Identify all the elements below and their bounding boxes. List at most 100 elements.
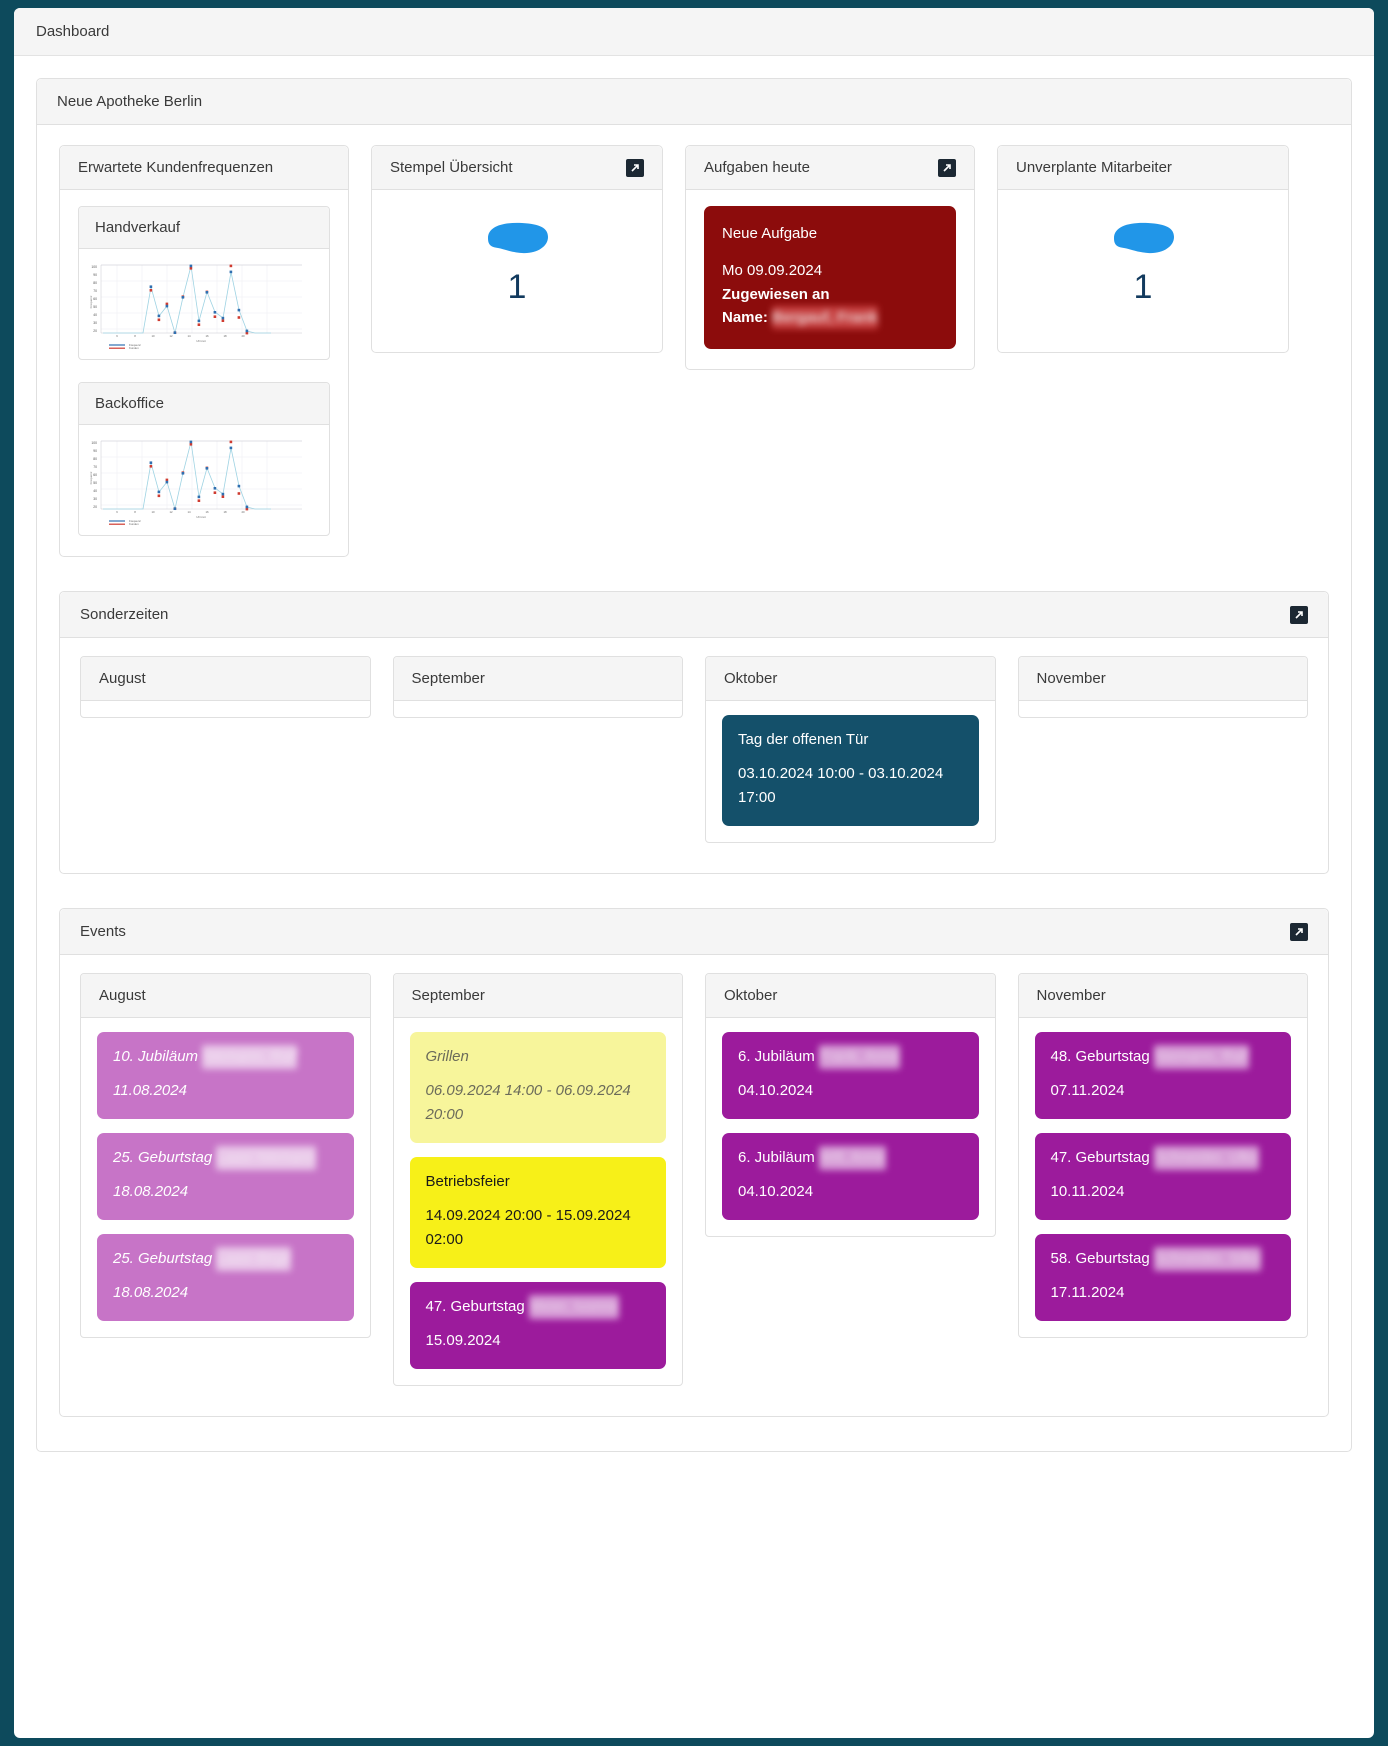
widget-tasks-today: Aufgaben heute Neue Aufgabe Mo 09.09.202… <box>685 145 975 371</box>
month-label: Oktober <box>706 657 995 701</box>
event-title: 6. Jubiläum <box>738 1149 815 1167</box>
special-times-month-september: September <box>392 656 683 718</box>
svg-text:40: 40 <box>93 313 97 317</box>
event-title-row: 48. Geburtstag Niemann, Ralf <box>1051 1045 1276 1070</box>
svg-text:100: 100 <box>91 265 97 269</box>
event-person-redacted: Niemann, Ralf <box>1153 1045 1249 1070</box>
event-title: 47. Geburtstag <box>1050 1149 1150 1167</box>
event-card[interactable]: 10. Jubiläum Niemann, Ralf 11.08.2024 <box>97 1032 354 1120</box>
frequency-chart-backoffice: 100 90 80 70 60 50 40 30 20 Frequenz 6 8… <box>79 425 329 535</box>
app-window: Dashboard Neue Apotheke Berlin Erwartete… <box>14 8 1374 1738</box>
blue-blob-icon <box>488 222 548 254</box>
event-date: 15.09.2024 <box>425 1332 501 1350</box>
store-panel-body: Erwartete Kundenfrequenzen Handverkauf 1… <box>37 125 1351 1451</box>
event-title-row: 58. Geburtstag Schneider, Silke <box>1050 1247 1276 1272</box>
month-events <box>81 701 370 717</box>
month-events: Tag der offenen Tür 03.10.2024 10:00 - 0… <box>706 701 995 842</box>
events-header: Events <box>60 909 1328 955</box>
stamp-overview-title: Stempel Übersicht <box>390 159 513 176</box>
svg-text:12: 12 <box>169 334 173 338</box>
event-person-redacted: Will, Anne <box>818 1146 886 1171</box>
svg-text:14: 14 <box>187 510 191 514</box>
tasks-today-header: Aufgaben heute <box>686 146 974 190</box>
widget-stamp-overview: Stempel Übersicht 1 <box>371 145 663 353</box>
svg-text:12: 12 <box>169 510 173 514</box>
svg-text:Frequenz: Frequenz <box>89 295 93 308</box>
event-card[interactable]: Betriebsfeier 14.09.2024 20:00 - 15.09.2… <box>409 1157 666 1268</box>
event-title: 25. Geburtstag <box>113 1250 213 1268</box>
special-times-panel: Sonderzeiten August September Oktober Ta… <box>59 591 1329 874</box>
svg-text:18: 18 <box>223 334 227 338</box>
svg-text:90: 90 <box>93 449 97 453</box>
event-title-row: 47. Geburtstag Schneider, Ulke <box>1050 1146 1276 1171</box>
frequency-card-backoffice[interactable]: Backoffice 100 90 80 70 60 50 40 30 20 F… <box>78 382 330 536</box>
event-person-redacted: Schneider, Ulke <box>1153 1146 1259 1171</box>
svg-text:Frequenz: Frequenz <box>89 471 93 484</box>
task-card[interactable]: Neue Aufgabe Mo 09.09.2024 Zugewiesen an… <box>704 206 956 350</box>
svg-text:6: 6 <box>116 334 118 338</box>
event-title: 6. Jubiläum <box>738 1048 815 1065</box>
month-events <box>394 701 683 717</box>
unplanned-staff-count-block: 1 <box>1016 206 1270 332</box>
svg-text:60: 60 <box>93 297 97 301</box>
event-card[interactable]: 47. Geburtstag Meier, Ivonne 15.09.2024 <box>409 1282 666 1370</box>
event-card[interactable]: 25. Geburtstag Laasi Birgit 18.08.2024 <box>97 1234 354 1322</box>
event-date: 04.10.2024 <box>738 1082 814 1100</box>
events-month-november: November 48. Geburtstag Niemann, Ralf 07… <box>1017 973 1308 1339</box>
special-times-month-row: August September Oktober Tag der offenen… <box>80 656 1308 843</box>
special-times-header: Sonderzeiten <box>60 592 1328 638</box>
event-card[interactable]: 6. Jubiläum Will, Anne 04.10.2024 <box>722 1133 979 1221</box>
svg-text:50: 50 <box>93 481 97 485</box>
event-date: 17.11.2024 <box>1050 1284 1125 1302</box>
month-label: November <box>1018 657 1307 701</box>
svg-text:10: 10 <box>151 334 155 338</box>
svg-text:80: 80 <box>93 281 97 285</box>
events-month-september: September Grillen 06.09.2024 14:00 - 06.… <box>392 973 683 1387</box>
frequency-card-handverkauf[interactable]: Handverkauf 100 90 80 70 60 50 40 30 20 … <box>78 206 330 360</box>
event-card[interactable]: 48. Geburtstag Niemann, Ralf 07.11.2024 <box>1034 1032 1291 1120</box>
event-title-row: 6. Jubiläum Frank, Anne <box>738 1045 963 1070</box>
svg-text:18: 18 <box>223 510 227 514</box>
expand-icon[interactable] <box>626 158 644 177</box>
task-assignee-row: Name: Bergauf, Frank <box>722 306 938 330</box>
special-times-title: Sonderzeiten <box>80 606 169 623</box>
expand-icon[interactable] <box>938 158 956 177</box>
event-card[interactable]: 58. Geburtstag Schneider, Silke 17.11.20… <box>1034 1234 1291 1322</box>
event-title: 58. Geburtstag <box>1050 1250 1150 1268</box>
widget-unplanned-staff: Unverplante Mitarbeiter 1 <box>997 145 1289 353</box>
page-title: Dashboard <box>36 23 110 40</box>
event-title-row: 10. Jubiläum Niemann, Ralf <box>113 1045 338 1070</box>
event-person-redacted: Laasi Niemann <box>216 1146 317 1171</box>
svg-text:30: 30 <box>93 497 97 501</box>
svg-text:60: 60 <box>93 473 97 477</box>
month-label: September <box>393 974 682 1018</box>
special-time-event[interactable]: Tag der offenen Tür 03.10.2024 10:00 - 0… <box>722 715 979 826</box>
expand-icon[interactable] <box>1290 922 1308 941</box>
event-card[interactable]: 6. Jubiläum Frank, Anne 04.10.2024 <box>722 1032 979 1120</box>
task-assigned-label: Zugewiesen an <box>722 285 830 303</box>
event-card[interactable]: 47. Geburtstag Schneider, Ulke 10.11.202… <box>1034 1133 1291 1221</box>
svg-text:100: 100 <box>91 441 97 445</box>
task-title: Neue Aufgabe <box>722 225 818 242</box>
month-label: August <box>81 974 370 1018</box>
event-title-row: 25. Geburtstag Laasi Birgit <box>113 1247 338 1272</box>
expand-icon[interactable] <box>1290 605 1308 624</box>
month-events: 6. Jubiläum Frank, Anne 04.10.2024 6. Ju… <box>706 1018 995 1236</box>
tasks-today-body: Neue Aufgabe Mo 09.09.2024 Zugewiesen an… <box>686 190 974 369</box>
event-card[interactable]: Grillen 06.09.2024 14:00 - 06.09.2024 20… <box>409 1032 666 1143</box>
event-card[interactable]: 25. Geburtstag Laasi Niemann 18.08.2024 <box>97 1133 354 1221</box>
event-person-redacted: Niemann, Ralf <box>202 1045 298 1070</box>
svg-text:14: 14 <box>187 334 191 338</box>
event-date: 18.08.2024 <box>113 1284 189 1302</box>
svg-text:Kunden: Kunden <box>129 522 139 525</box>
line-chart-svg: 100 90 80 70 60 50 40 30 20 Frequenz 6 8… <box>89 440 302 526</box>
svg-text:70: 70 <box>93 289 97 293</box>
events-panel: Events August 10. Jubiläum Niemann, Ralf… <box>59 908 1329 1418</box>
month-events: 10. Jubiläum Niemann, Ralf 11.08.2024 25… <box>81 1018 370 1337</box>
svg-text:20: 20 <box>93 329 97 333</box>
event-range: 03.10.2024 10:00 - 03.10.2024 17:00 <box>738 765 944 806</box>
svg-text:70: 70 <box>93 465 97 469</box>
unplanned-staff-title: Unverplante Mitarbeiter <box>1016 159 1172 176</box>
stamp-overview-header: Stempel Übersicht <box>372 146 662 190</box>
widget-row: Erwartete Kundenfrequenzen Handverkauf 1… <box>59 145 1329 557</box>
